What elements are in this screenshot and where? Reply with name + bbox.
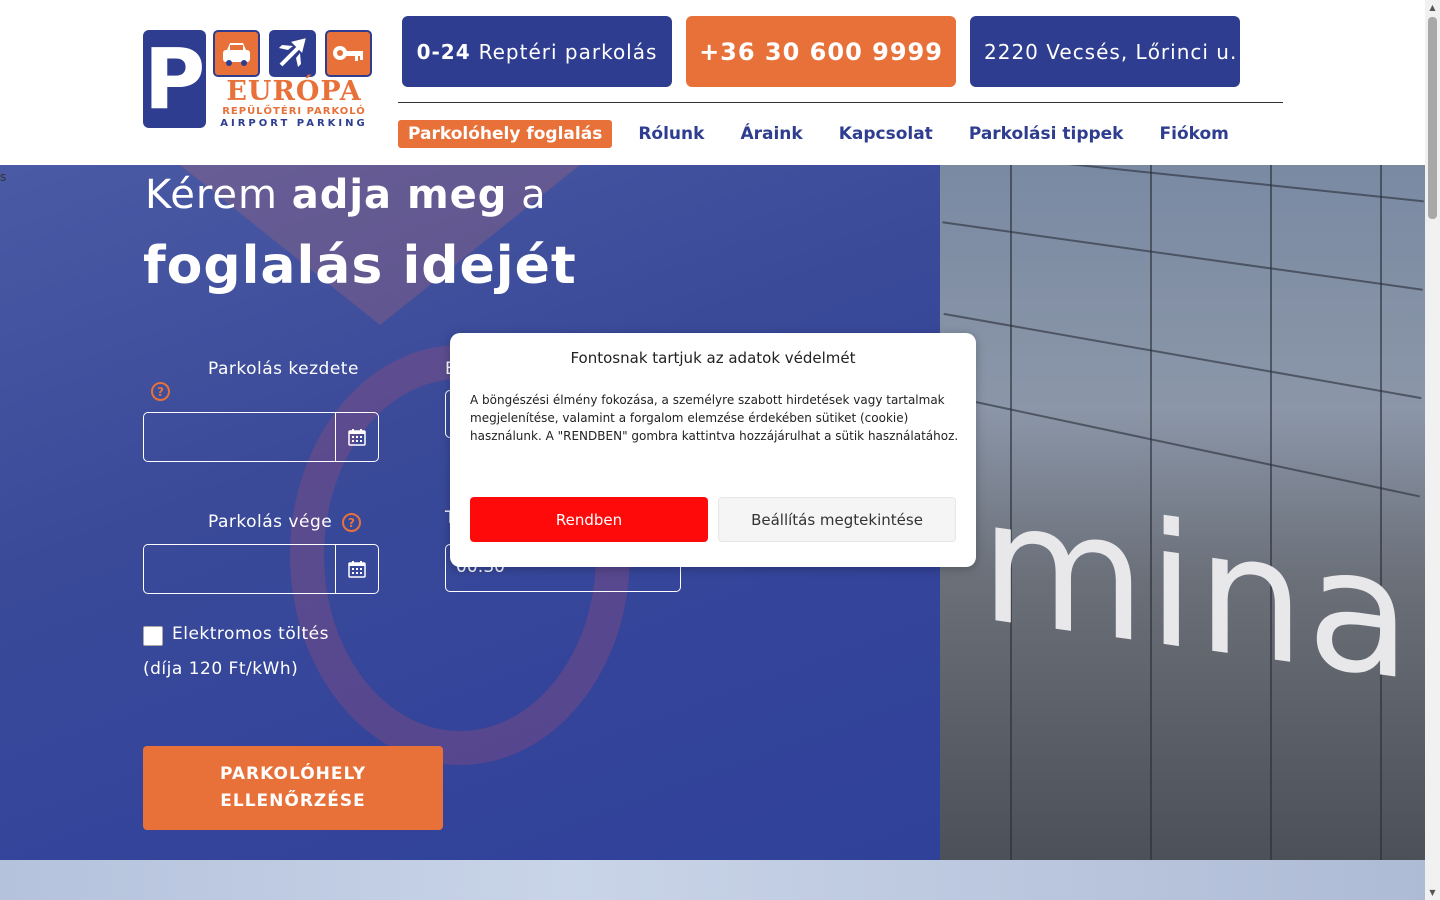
page-scrollbar[interactable]: ▲ ▼ [1425,0,1440,900]
main-nav: Parkolóhely foglalás Rólunk Áraink Kapcs… [398,118,1229,149]
nav-item-booking[interactable]: Parkolóhely foglalás [398,119,613,148]
hours-box[interactable]: 0-24 Reptéri parkolás [402,16,672,87]
logo-parking-sign: P [143,30,206,128]
cta-line1: PARKOLÓHELY [219,764,367,784]
hero-title-line1: Kérem adja meg a [145,172,547,218]
ev-charging-note: (díja 120 Ft/kWh) [143,659,299,679]
site-header: P EURÓPA REPÜLŐTÉRI PARKOLÓ AIRPORT PARK… [0,0,1425,165]
ev-charging-label[interactable]: Elektromos töltés [172,624,329,644]
scroll-down-arrow[interactable]: ▼ [1425,885,1440,900]
terminal-sign-text: minal [980,461,1425,727]
title-part3: a [521,172,547,218]
calendar-icon[interactable] [335,413,378,461]
cookie-accept-button[interactable]: Rendben [470,497,708,542]
address-box[interactable]: 2220 Vecsés, Lőrinci u. [970,16,1240,87]
address-text: 2220 Vecsés, Lőrinci u. [984,39,1238,64]
cookie-title: Fontosnak tartjuk az adatok védelmét [570,349,856,367]
end-date-input[interactable] [143,544,379,594]
nav-item-contact[interactable]: Kapcsolat [839,124,933,144]
start-date-label: Parkolás kezdete [208,359,359,379]
hero-title-line2: foglalás idejét [143,236,577,296]
phone-number: +36 30 600 9999 [699,37,943,66]
cookie-consent-dialog: Fontosnak tartjuk az adatok védelmét A b… [450,333,976,567]
help-icon[interactable]: ? [151,382,170,401]
title-part2: adja meg [291,172,508,218]
start-date-input[interactable] [143,412,379,462]
facade-line [1380,165,1382,860]
nav-item-prices[interactable]: Áraink [740,124,802,144]
facade-line [943,312,1422,400]
car-icon [213,30,260,77]
end-date-label: Parkolás vége [208,512,333,532]
nav-item-account[interactable]: Fiókom [1160,124,1229,144]
logo[interactable]: P EURÓPA REPÜLŐTÉRI PARKOLÓ AIRPORT PARK… [143,30,375,130]
calendar-icon[interactable] [335,545,378,593]
nav-item-about[interactable]: Rólunk [638,124,704,144]
scroll-up-arrow[interactable]: ▲ [1425,0,1440,15]
key-icon [325,30,372,77]
hours-text: Reptéri parkolás [478,39,658,64]
check-parking-button[interactable]: PARKOLÓHELY ELLENŐRZÉSE [143,746,443,830]
logo-letter: P [143,30,206,128]
logo-subtitle-hu: REPÜLŐTÉRI PARKOLÓ [222,106,366,117]
logo-subtitle-en: AIRPORT PARKING [220,118,368,129]
cta-line2: ELLENŐRZÉSE [220,791,366,811]
plane-icon [269,30,316,77]
scroll-thumb[interactable] [1428,17,1437,219]
facade-line [941,165,1424,203]
logo-brand: EURÓPA [226,76,362,107]
phone-box[interactable]: +36 30 600 9999 [686,16,956,87]
nav-divider [398,102,1283,103]
ev-charging-checkbox[interactable] [143,626,163,646]
next-section-preview [0,860,1425,900]
nav-item-tips[interactable]: Parkolási tippek [969,124,1124,144]
cookie-text: A böngészési élmény fokozása, a személyr… [470,393,959,443]
help-icon[interactable]: ? [342,513,361,532]
cookie-settings-button[interactable]: Beállítás megtekintése [718,497,956,542]
stray-text: s [0,170,7,184]
hours-bold: 0-24 [416,39,471,64]
facade-line [942,221,1423,291]
terminal-photo: minal [940,165,1425,860]
title-part1: Kérem [145,172,278,218]
